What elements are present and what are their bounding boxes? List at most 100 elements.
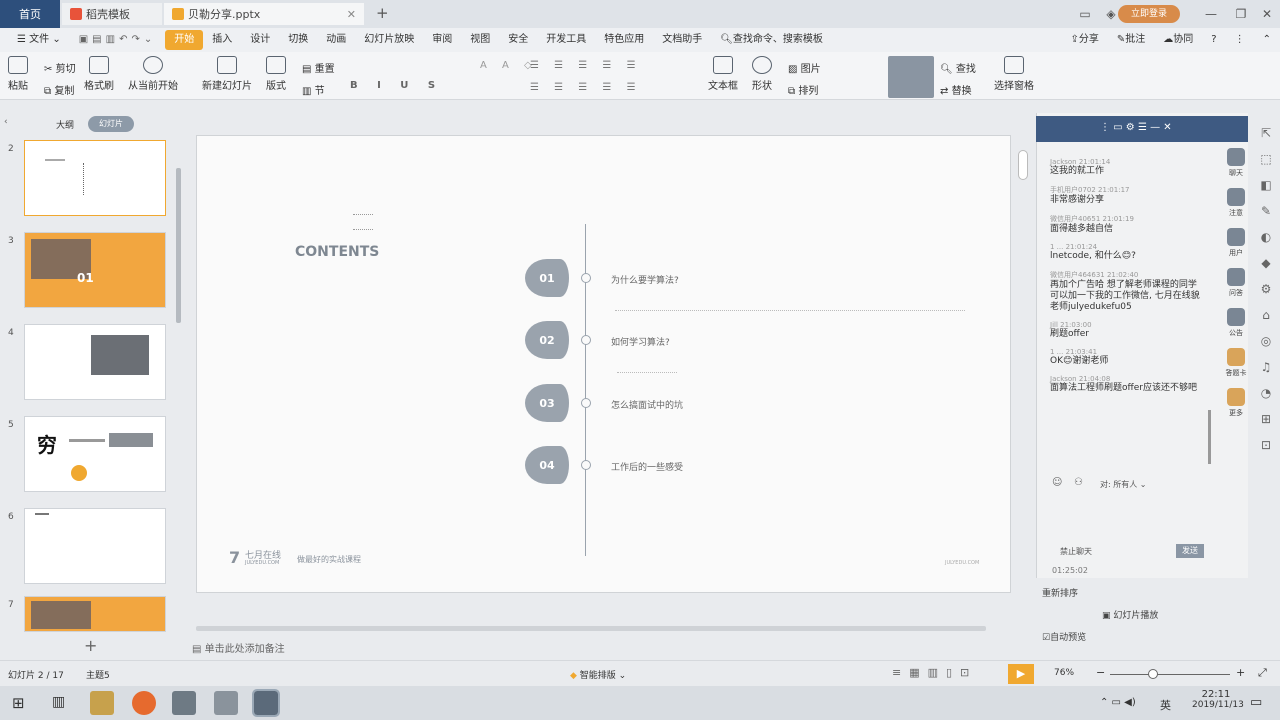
help-icon[interactable]: ? (1202, 30, 1225, 50)
auto-preview-checkbox[interactable]: ☑自动预览 (1042, 630, 1086, 643)
right-toolbar[interactable]: ⇱ ⬚ ◧ ✎ ◐ ◆ ⚙ ⌂ ◎ ♫ ◔ ⊞ ⊡ (1258, 120, 1274, 458)
menu-design[interactable]: 设计 (241, 30, 279, 50)
slides-tab[interactable]: 幻灯片 (88, 116, 134, 132)
replace-button[interactable]: ⇄ 替换 (940, 82, 972, 97)
format-painter-button[interactable]: 格式刷 (84, 56, 114, 92)
menu-features[interactable]: 特色应用 (595, 30, 653, 50)
menu-doc-helper[interactable]: 文档助手 (653, 30, 711, 50)
send-button[interactable]: 发送 (1176, 544, 1204, 558)
search-command[interactable]: 🔍︎查找命令、搜索模板 (711, 30, 832, 50)
font-style-buttons[interactable]: B I U S (350, 80, 443, 91)
more-side-icon[interactable] (1227, 388, 1245, 406)
picture-button[interactable]: ▨ 图片 (788, 60, 821, 75)
clock[interactable]: 22:11 2019/11/13 (1192, 689, 1244, 710)
share-button[interactable]: ⇪分享 (1062, 30, 1108, 50)
notice-side-icon[interactable] (1227, 188, 1245, 206)
gallery-preview[interactable] (888, 56, 934, 98)
slide-thumbnail-7[interactable] (24, 596, 166, 632)
align-buttons[interactable]: ☰ ☰ ☰ ☰ ☰ (530, 82, 642, 93)
announcement-side-icon[interactable] (1227, 308, 1245, 326)
tab-templates[interactable]: 稻壳模板 (62, 3, 162, 25)
more-icon[interactable]: ⋮ (1226, 30, 1254, 50)
menu-view[interactable]: 视图 (461, 30, 499, 50)
slideshow-button[interactable]: ▣ 幻灯片播放 (1102, 608, 1158, 621)
menu-developer[interactable]: 开发工具 (537, 30, 595, 50)
new-slide-button[interactable]: 新建幻灯片 (202, 56, 252, 92)
new-tab-icon[interactable]: + (376, 4, 389, 22)
tab-close-icon[interactable]: ✕ (347, 8, 356, 21)
emoji-icon[interactable]: ☺ (1052, 477, 1062, 488)
menu-insert[interactable]: 插入 (203, 30, 241, 50)
layout-button[interactable]: 版式 (266, 56, 286, 92)
user-icon[interactable]: ⚇ (1074, 477, 1083, 488)
section-button[interactable]: ▥ 节 (302, 82, 325, 97)
menu-animation[interactable]: 动画 (317, 30, 355, 50)
zoom-in-icon[interactable]: + (1236, 666, 1245, 679)
qa-side-icon[interactable] (1227, 268, 1245, 286)
horizontal-scrollbar[interactable] (196, 626, 986, 631)
cut-button[interactable]: ✂ 剪切 (44, 60, 76, 75)
firefox-icon[interactable] (132, 691, 156, 715)
slide-thumbnail-6[interactable] (24, 508, 166, 584)
fit-window-icon[interactable]: ⤢ (1258, 666, 1267, 680)
menu-file[interactable]: ☰ 文件 ⌄ (8, 30, 70, 50)
shape-button[interactable]: 形状 (752, 56, 772, 92)
play-from-current-button[interactable]: 从当前开始 (128, 56, 178, 92)
tab-home[interactable]: 首页 (0, 0, 60, 28)
canvas-scrollbar[interactable] (1018, 150, 1028, 180)
answer-card-side-icon[interactable] (1227, 348, 1245, 366)
tab-document[interactable]: 贝勒分享.pptx ✕ (164, 3, 364, 25)
slide-thumbnail-4[interactable] (24, 324, 166, 400)
arrange-button[interactable]: ⧉ 排列 (788, 82, 818, 97)
menu-review[interactable]: 审阅 (423, 30, 461, 50)
smart-layout-button[interactable]: ◆ 智能排版 ⌄ (570, 668, 626, 681)
slide-canvas[interactable]: CONTENTS 01 为什么要学算法? 02 如何学习算法? 03 怎么搞面试… (196, 135, 1011, 593)
panel-collapse-icon[interactable]: ‹ (4, 117, 8, 127)
zoom-slider-thumb[interactable] (1148, 669, 1158, 679)
tray-icons[interactable]: ⌃ ▭ ◀) (1100, 697, 1136, 708)
comment-button[interactable]: ✎批注 (1108, 30, 1154, 50)
slide-thumbnail-5[interactable]: 穷 (24, 416, 166, 492)
add-slide-icon[interactable]: + (84, 636, 97, 655)
chat-scrollbar[interactable] (1208, 410, 1211, 464)
play-slideshow-button[interactable]: ▶ (1008, 664, 1034, 684)
collapse-ribbon-icon[interactable]: ⌃ (1254, 30, 1280, 50)
recipient-select[interactable]: 对: 所有人 ⌄ (1100, 479, 1147, 490)
app-icon[interactable] (172, 691, 196, 715)
menu-home[interactable]: 开始 (165, 30, 204, 50)
quick-access-icons[interactable]: ▣▤▥↶↷⌄ (70, 30, 165, 50)
explorer-icon[interactable] (90, 691, 114, 715)
active-app-icon[interactable] (252, 689, 280, 717)
select-pane-button[interactable]: 选择窗格 (994, 56, 1034, 92)
close-icon[interactable]: ✕ (1252, 4, 1280, 24)
menu-slideshow[interactable]: 幻灯片放映 (355, 30, 423, 50)
slide-thumbnail-3[interactable]: 01 (24, 232, 166, 308)
collab-button[interactable]: ☁协同 (1154, 30, 1202, 50)
notes-area[interactable]: ▤ 单击此处添加备注 (192, 640, 285, 655)
view-buttons[interactable]: ≡▦▥▯⊡ (892, 666, 977, 679)
wps-icon[interactable] (214, 691, 238, 715)
copy-button[interactable]: ⧉ 复制 (44, 82, 74, 97)
notification-icon[interactable]: ▭ (1250, 695, 1262, 710)
menu-transition[interactable]: 切换 (279, 30, 317, 50)
start-icon[interactable]: ⊞ (12, 694, 25, 712)
slide-thumbnail-2[interactable] (24, 140, 166, 216)
menu-security[interactable]: 安全 (499, 30, 537, 50)
ime-indicator[interactable]: 英 (1160, 697, 1171, 713)
textbox-button[interactable]: 文本框 (708, 56, 738, 92)
find-button[interactable]: 🔍︎ 查找 (940, 60, 976, 75)
zoom-out-icon[interactable]: − (1096, 666, 1105, 679)
outline-tab[interactable]: 大纲 (56, 118, 74, 131)
thumbnail-scrollbar[interactable] (176, 168, 181, 323)
users-side-icon[interactable] (1227, 228, 1245, 246)
chat-side-icon[interactable] (1227, 148, 1245, 166)
reset-button[interactable]: ▤ 重置 (302, 60, 335, 75)
reorder-button[interactable]: 重新排序 (1042, 586, 1078, 599)
paste-button[interactable]: 粘贴 (8, 56, 28, 92)
stop-chat-button[interactable]: 禁止聊天 (1060, 546, 1092, 557)
minimize-icon[interactable]: — (1196, 4, 1226, 24)
chat-header-icons[interactable]: ⋮ ▭ ⚙ ☰ — ✕ (1100, 122, 1172, 133)
zoom-slider[interactable] (1110, 674, 1230, 675)
task-view-icon[interactable]: ▥ (52, 694, 65, 710)
paragraph-buttons[interactable]: ☰ ☰ ☰ ☰ ☰ (530, 60, 642, 71)
